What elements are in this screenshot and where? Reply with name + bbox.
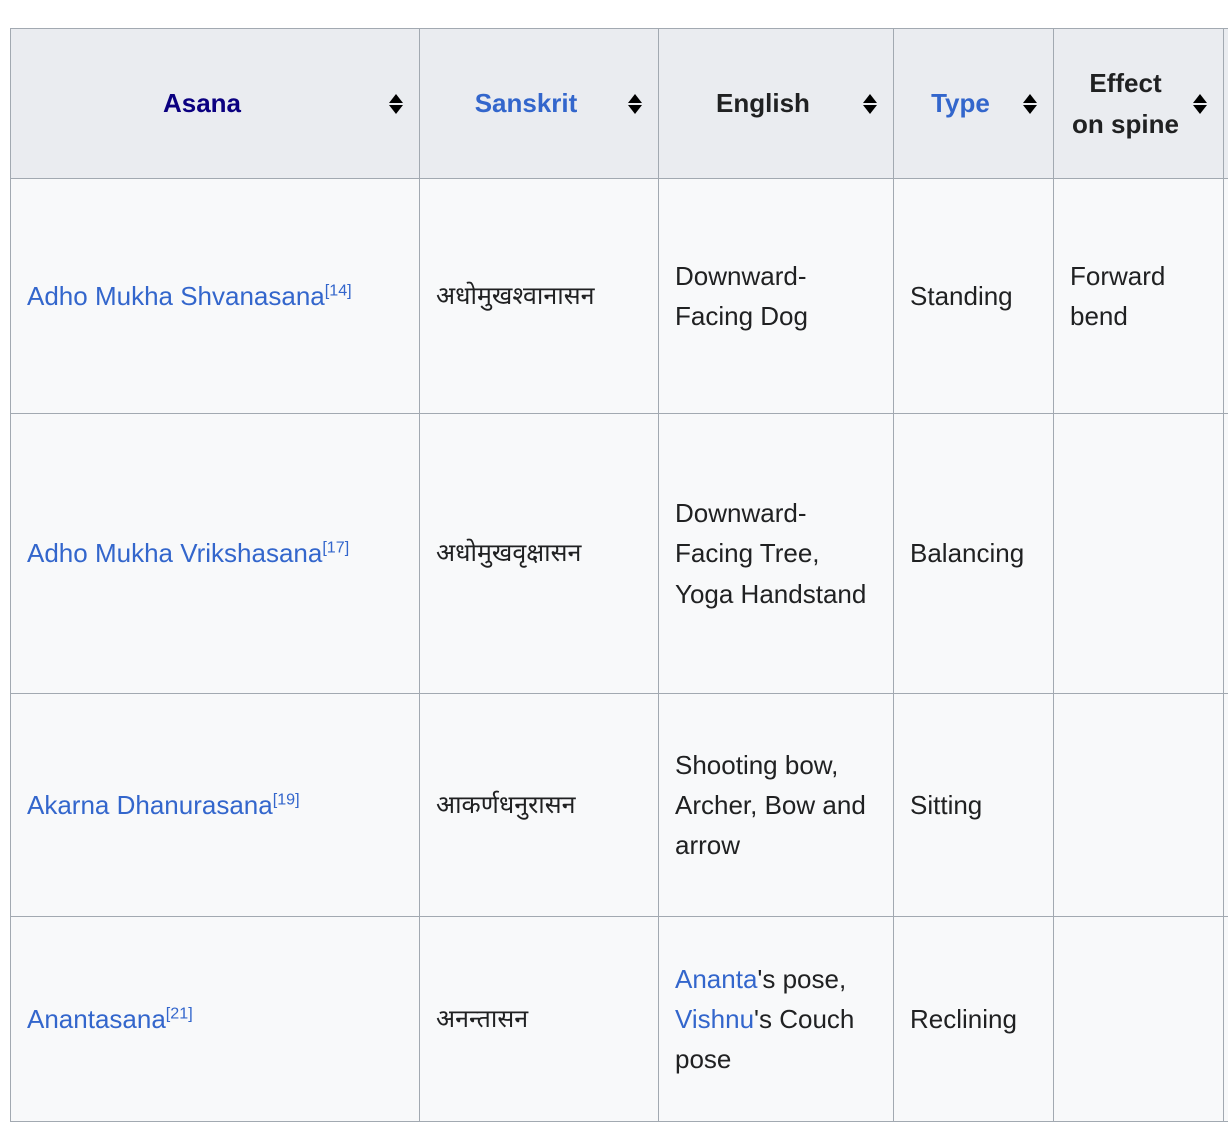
cell-asana: Anantasana[21] xyxy=(11,917,420,1122)
english-term-link[interactable]: Vishnu xyxy=(675,1004,754,1034)
asana-link[interactable]: Akarna Dhanurasana xyxy=(27,790,273,820)
asana-link[interactable]: Adho Mukha Shvanasana xyxy=(27,281,325,311)
cell-english: Ananta's pose, Vishnu's Couch pose xyxy=(659,917,894,1122)
reference-link[interactable]: [19] xyxy=(273,790,300,808)
cell-type: Sitting xyxy=(894,694,1054,917)
cell-english: Downward-Facing Tree, Yoga Handstand xyxy=(659,414,894,694)
english-term-text: 's pose, xyxy=(757,964,846,994)
asana-link[interactable]: Anantasana xyxy=(27,1004,166,1034)
column-header-effect-on-spine[interactable]: Effect on spine xyxy=(1054,29,1224,179)
asana-sortable-table: Asana Sanskrit xyxy=(10,28,1228,1122)
cell-sanskrit: आकर्णधनुरासन xyxy=(420,694,659,917)
sort-both-icon[interactable] xyxy=(387,93,405,115)
reference-link[interactable]: [17] xyxy=(322,539,349,557)
sort-both-icon[interactable] xyxy=(1021,93,1039,115)
sort-both-icon[interactable] xyxy=(1191,93,1209,115)
cell-effect-on-spine xyxy=(1054,694,1224,917)
table-row: Adho Mukha Shvanasana[14] अधोमुखश्वानासन… xyxy=(11,179,1228,414)
column-header-english-label: English xyxy=(675,83,851,123)
column-header-type[interactable]: Type xyxy=(894,29,1054,179)
cell-asana: Akarna Dhanurasana[19] xyxy=(11,694,420,917)
cell-asana: Adho Mukha Vrikshasana[17] xyxy=(11,414,420,694)
asana-table-container: Asana Sanskrit xyxy=(10,28,1228,1122)
table-row: Adho Mukha Vrikshasana[17] अधोमुखवृक्षास… xyxy=(11,414,1228,694)
reference-link[interactable]: [21] xyxy=(166,1004,193,1022)
cell-type: Standing xyxy=(894,179,1054,414)
english-term-link[interactable]: Ananta xyxy=(675,964,757,994)
cell-english: Shooting bow, Archer, Bow and arrow xyxy=(659,694,894,917)
cell-type: Reclining xyxy=(894,917,1054,1122)
column-header-effect-on-spine-label: Effect on spine xyxy=(1070,63,1181,144)
cell-offscreen xyxy=(1224,694,1228,917)
cell-offscreen xyxy=(1224,179,1228,414)
column-header-offscreen xyxy=(1224,29,1228,179)
cell-effect-on-spine: Forward bend xyxy=(1054,179,1224,414)
cell-english: Downward-Facing Dog xyxy=(659,179,894,414)
cell-asana: Adho Mukha Shvanasana[14] xyxy=(11,179,420,414)
table-header-row: Asana Sanskrit xyxy=(11,29,1228,179)
column-header-sanskrit-link[interactable]: Sanskrit xyxy=(475,88,578,118)
cell-effect-on-spine xyxy=(1054,414,1224,694)
column-header-english[interactable]: English xyxy=(659,29,894,179)
sort-both-icon[interactable] xyxy=(861,93,879,115)
column-header-type-link[interactable]: Type xyxy=(931,88,990,118)
column-header-asana[interactable]: Asana xyxy=(11,29,420,179)
sort-both-icon[interactable] xyxy=(626,93,644,115)
cell-sanskrit: अधोमुखश्वानासन xyxy=(420,179,659,414)
reference-link[interactable]: [14] xyxy=(325,281,352,299)
cell-sanskrit: अनन्तासन xyxy=(420,917,659,1122)
cell-offscreen xyxy=(1224,917,1228,1122)
cell-type: Balancing xyxy=(894,414,1054,694)
table-row: Anantasana[21] अनन्तासन Ananta's pose, V… xyxy=(11,917,1228,1122)
asana-link[interactable]: Adho Mukha Vrikshasana xyxy=(27,538,322,568)
column-header-sanskrit[interactable]: Sanskrit xyxy=(420,29,659,179)
cell-offscreen xyxy=(1224,414,1228,694)
cell-sanskrit: अधोमुखवृक्षासन xyxy=(420,414,659,694)
column-header-asana-link[interactable]: Asana xyxy=(163,88,241,118)
table-row: Akarna Dhanurasana[19] आकर्णधनुरासन Shoo… xyxy=(11,694,1228,917)
cell-effect-on-spine xyxy=(1054,917,1224,1122)
